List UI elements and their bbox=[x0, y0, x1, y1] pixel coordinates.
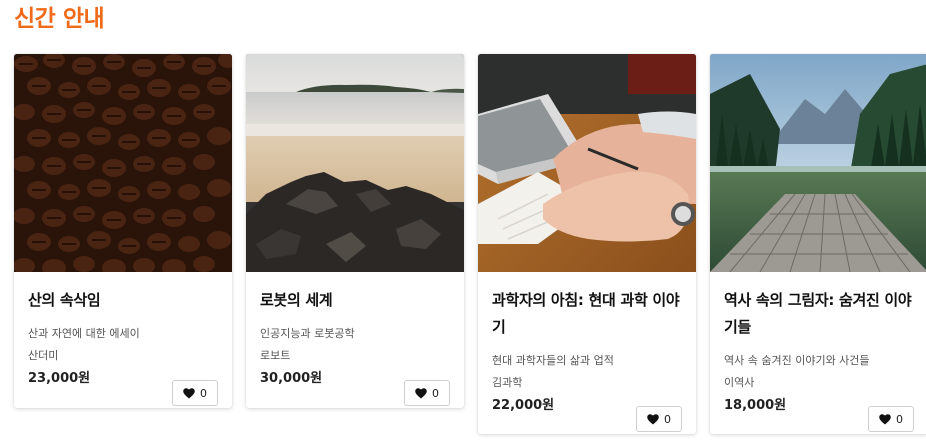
like-count: 0 bbox=[896, 412, 903, 426]
book-author: 이역사 bbox=[724, 376, 755, 389]
book-info: 과학자의 아침: 현대 과학 이야기 현대 과학자들의 삶과 업적 김과학 22… bbox=[478, 287, 696, 432]
book-title[interactable]: 로봇의 세계 bbox=[260, 287, 450, 314]
heart-icon bbox=[183, 387, 195, 399]
book-author: 로보트 bbox=[260, 349, 291, 362]
like-button[interactable]: 0 bbox=[172, 380, 218, 406]
book-author: 산더미 bbox=[28, 349, 59, 362]
book-subtitle: 현대 과학자들의 삶과 업적 bbox=[492, 354, 614, 367]
book-info: 산의 속삭임 산과 자연에 대한 에세이 산더미 23,000원 0 bbox=[14, 287, 232, 406]
book-info: 로봇의 세계 인공지능과 로봇공학 로보트 30,000원 0 bbox=[246, 287, 464, 406]
book-cover-image[interactable] bbox=[14, 54, 232, 272]
book-cover-image[interactable] bbox=[478, 54, 696, 272]
book-card[interactable]: 과학자의 아침: 현대 과학 이야기 현대 과학자들의 삶과 업적 김과학 22… bbox=[478, 54, 696, 434]
heart-icon bbox=[879, 413, 891, 425]
book-author: 김과학 bbox=[492, 376, 523, 389]
book-card[interactable]: 산의 속삭임 산과 자연에 대한 에세이 산더미 23,000원 0 bbox=[14, 54, 232, 408]
heart-icon bbox=[647, 413, 659, 425]
book-title[interactable]: 산의 속삭임 bbox=[28, 287, 218, 314]
like-button[interactable]: 0 bbox=[636, 406, 682, 432]
like-count: 0 bbox=[664, 412, 671, 426]
new-books-page: 신간 안내 산의 속삭임 산과 자연에 대한 에세이 산더미 23,000원 0… bbox=[0, 0, 926, 443]
like-count: 0 bbox=[200, 386, 207, 400]
book-subtitle: 산과 자연에 대한 에세이 bbox=[28, 327, 140, 340]
like-count: 0 bbox=[432, 386, 439, 400]
book-title[interactable]: 역사 속의 그림자: 숨겨진 이야기들 bbox=[724, 287, 914, 341]
book-subtitle: 역사 속 숨겨진 이야기와 사건들 bbox=[724, 354, 870, 367]
book-cover-image[interactable] bbox=[710, 54, 926, 272]
book-subtitle: 인공지능과 로봇공학 bbox=[260, 327, 355, 340]
heart-icon bbox=[415, 387, 427, 399]
book-card[interactable]: 역사 속의 그림자: 숨겨진 이야기들 역사 속 숨겨진 이야기와 사건들 이역… bbox=[710, 54, 926, 434]
book-info: 역사 속의 그림자: 숨겨진 이야기들 역사 속 숨겨진 이야기와 사건들 이역… bbox=[710, 287, 926, 432]
section-title: 신간 안내 bbox=[14, 6, 105, 32]
like-button[interactable]: 0 bbox=[404, 380, 450, 406]
book-cover-image[interactable] bbox=[246, 54, 464, 272]
like-button[interactable]: 0 bbox=[868, 406, 914, 432]
book-title[interactable]: 과학자의 아침: 현대 과학 이야기 bbox=[492, 287, 682, 341]
book-card[interactable]: 로봇의 세계 인공지능과 로봇공학 로보트 30,000원 0 bbox=[246, 54, 464, 408]
